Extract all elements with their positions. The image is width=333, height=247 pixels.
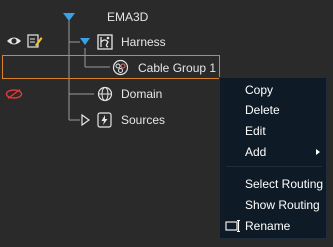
cable-group-icon <box>112 59 129 76</box>
tree-node-sources-label: Sources <box>121 113 166 127</box>
menu-item-add[interactable]: Add <box>220 143 326 161</box>
menu-item-edit[interactable]: Edit <box>220 122 326 140</box>
tree-node-root[interactable]: EMA3D <box>107 8 148 26</box>
rename-icon <box>225 220 240 232</box>
menu-item-delete-label: Delete <box>245 103 280 117</box>
menu-item-copy[interactable]: Copy <box>220 81 326 99</box>
edit-icon[interactable] <box>27 33 43 49</box>
menu-item-edit-label: Edit <box>245 124 266 138</box>
menu-separator <box>226 166 322 167</box>
sources-expand-triangle-icon[interactable] <box>81 114 90 126</box>
tree-node-root-label: EMA3D <box>107 10 149 24</box>
menu-item-delete[interactable]: Delete <box>220 101 326 119</box>
context-menu: Copy Delete Edit Add Select Routing Show… <box>219 77 327 239</box>
menu-item-rename-label: Rename <box>245 219 291 233</box>
menu-item-copy-label: Copy <box>245 83 274 97</box>
globe-icon <box>97 86 113 102</box>
menu-item-show-routing[interactable]: Show Routing <box>220 196 326 214</box>
tree-node-cable-group[interactable]: Cable Group 1 <box>138 59 216 77</box>
tree-node-cable-group-label: Cable Group 1 <box>138 61 217 75</box>
harness-icon <box>97 34 113 50</box>
eye-icon[interactable] <box>6 35 22 47</box>
harness-expand-triangle-icon[interactable] <box>79 37 91 46</box>
lightning-icon <box>97 112 112 128</box>
tree-node-domain-label: Domain <box>121 87 163 101</box>
tree-node-domain[interactable]: Domain <box>121 85 162 103</box>
menu-item-add-label: Add <box>245 145 267 159</box>
tree-node-harness-label: Harness <box>121 35 166 49</box>
tree-node-sources[interactable]: Sources <box>121 111 165 129</box>
menu-item-select-routing-label: Select Routing <box>245 177 324 191</box>
menu-item-select-routing[interactable]: Select Routing <box>220 175 326 193</box>
root-expand-triangle-icon[interactable] <box>62 12 76 22</box>
menu-item-rename[interactable]: Rename <box>220 217 326 235</box>
menu-item-show-routing-label: Show Routing <box>245 198 320 212</box>
submenu-arrow-icon <box>316 149 320 155</box>
tree-node-harness[interactable]: Harness <box>121 33 166 51</box>
eye-hidden-icon[interactable] <box>5 88 23 100</box>
